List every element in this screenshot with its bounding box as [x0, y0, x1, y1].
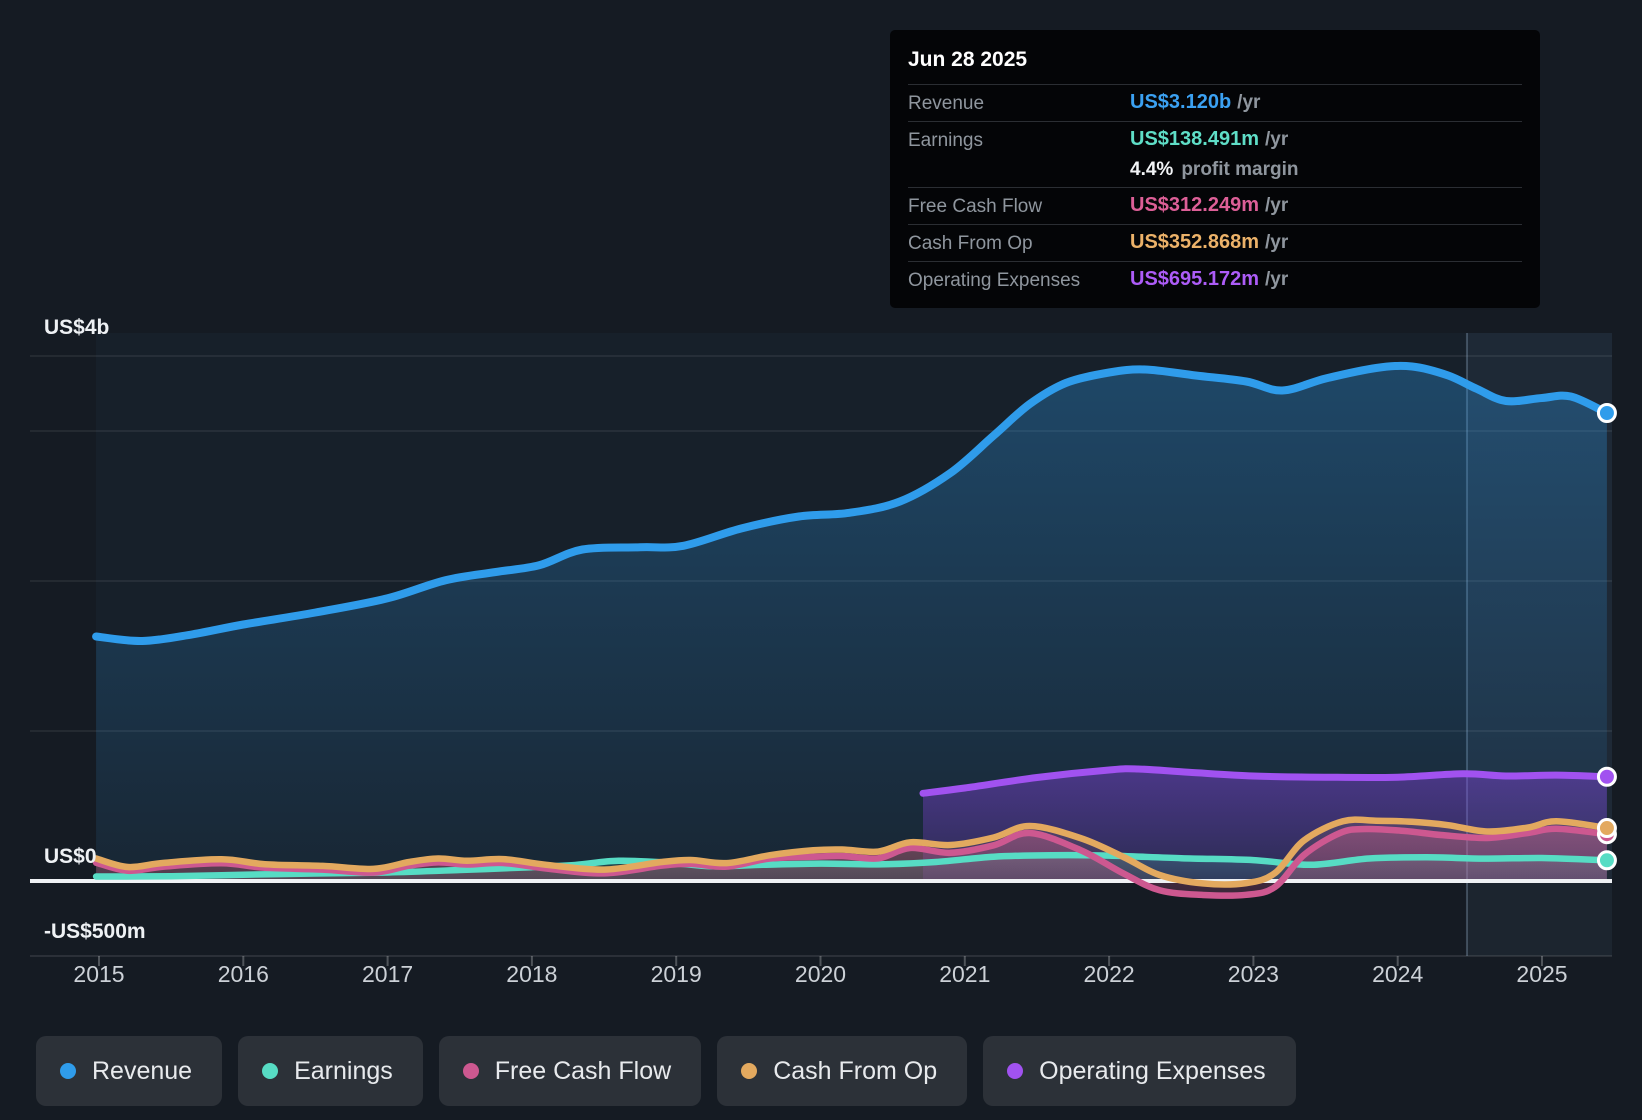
x-axis-label: 2016 — [218, 961, 269, 988]
tooltip-value-suffix: /yr — [1265, 232, 1288, 253]
tooltip-value-suffix: /yr — [1265, 195, 1288, 216]
x-axis-label: 2023 — [1228, 961, 1279, 988]
cash-from-op-end-marker — [1598, 820, 1615, 837]
operating-expenses-end-marker — [1598, 768, 1615, 785]
tooltip-row-free-cash-flow: Free Cash FlowUS$312.249m/yr — [908, 187, 1522, 224]
x-axis-label: 2022 — [1084, 961, 1135, 988]
tooltip-value: US$3.120b — [1130, 91, 1231, 113]
tooltip-row-earnings: EarningsUS$138.491m/yr 4.4%profit margin — [908, 121, 1522, 187]
revenue-end-marker — [1598, 405, 1615, 422]
tooltip-value: US$695.172m — [1130, 268, 1259, 290]
tooltip-value-group: US$138.491m/yr 4.4%profit margin — [1130, 128, 1522, 181]
tooltip-row-cash-from-op: Cash From OpUS$352.868m/yr — [908, 224, 1522, 261]
x-axis-label: 2019 — [651, 961, 702, 988]
tooltip-label: Revenue — [908, 91, 1130, 115]
tooltip-date: Jun 28 2025 — [908, 42, 1522, 84]
tooltip-value: US$138.491m — [1130, 128, 1259, 150]
tooltip-rows: RevenueUS$3.120b/yrEarningsUS$138.491m/y… — [908, 84, 1522, 298]
legend-label: Free Cash Flow — [495, 1057, 671, 1086]
legend-label: Revenue — [92, 1057, 192, 1086]
legend-item-cash-from-op[interactable]: Cash From Op — [717, 1036, 967, 1106]
y-axis-label: US$0 — [44, 845, 97, 869]
chart-legend: Revenue Earnings Free Cash Flow Cash From O… — [36, 1036, 1296, 1106]
earnings-legend-dot-icon — [262, 1063, 278, 1079]
x-axis-label: 2015 — [73, 961, 124, 988]
y-axis-label: US$4b — [44, 316, 109, 340]
cash-from-op-legend-dot-icon — [741, 1063, 757, 1079]
x-axis-label: 2025 — [1516, 961, 1567, 988]
tooltip-value-group: US$312.249m/yr — [1130, 194, 1522, 217]
y-axis-label: -US$500m — [44, 920, 146, 944]
legend-item-operating-expenses[interactable]: Operating Expenses — [983, 1036, 1296, 1106]
legend-label: Operating Expenses — [1039, 1057, 1266, 1086]
legend-item-earnings[interactable]: Earnings — [238, 1036, 423, 1106]
tooltip-value-group: US$352.868m/yr — [1130, 231, 1522, 254]
tooltip-value-group: US$695.172m/yr — [1130, 268, 1522, 291]
tooltip-row-operating-expenses: Operating ExpensesUS$695.172m/yr — [908, 261, 1522, 298]
financial-history-chart: US$4b US$0 -US$500m 2015 2016 2017 2018 2019 20… — [0, 0, 1642, 1120]
tooltip-value-suffix: /yr — [1237, 92, 1260, 113]
tooltip-label: Earnings — [908, 128, 1130, 152]
tooltip-label: Free Cash Flow — [908, 194, 1130, 218]
x-axis-label: 2024 — [1372, 961, 1423, 988]
tooltip-value-suffix: /yr — [1265, 269, 1288, 290]
legend-label: Earnings — [294, 1057, 393, 1086]
earnings-end-marker — [1598, 852, 1615, 869]
x-axis-label: 2017 — [362, 961, 413, 988]
tooltip-label: Cash From Op — [908, 231, 1130, 255]
x-axis-label: 2018 — [506, 961, 557, 988]
legend-item-revenue[interactable]: Revenue — [36, 1036, 222, 1106]
tooltip-label: Operating Expenses — [908, 268, 1130, 292]
free-cash-flow-legend-dot-icon — [463, 1063, 479, 1079]
tooltip-value-suffix: /yr — [1265, 129, 1288, 150]
tooltip-value: US$312.249m — [1130, 194, 1259, 216]
tooltip-value: US$352.868m — [1130, 231, 1259, 253]
x-axis-label: 2021 — [939, 961, 990, 988]
legend-item-free-cash-flow[interactable]: Free Cash Flow — [439, 1036, 701, 1106]
tooltip-row-revenue: RevenueUS$3.120b/yr — [908, 84, 1522, 121]
operating-expenses-legend-dot-icon — [1007, 1063, 1023, 1079]
chart-tooltip: Jun 28 2025 RevenueUS$3.120b/yrEarningsU… — [890, 30, 1540, 308]
profit-margin-note: 4.4%profit margin — [1130, 159, 1522, 181]
tooltip-value-group: US$3.120b/yr — [1130, 91, 1522, 114]
x-axis-label: 2020 — [795, 961, 846, 988]
revenue-legend-dot-icon — [60, 1063, 76, 1079]
legend-label: Cash From Op — [773, 1057, 937, 1086]
